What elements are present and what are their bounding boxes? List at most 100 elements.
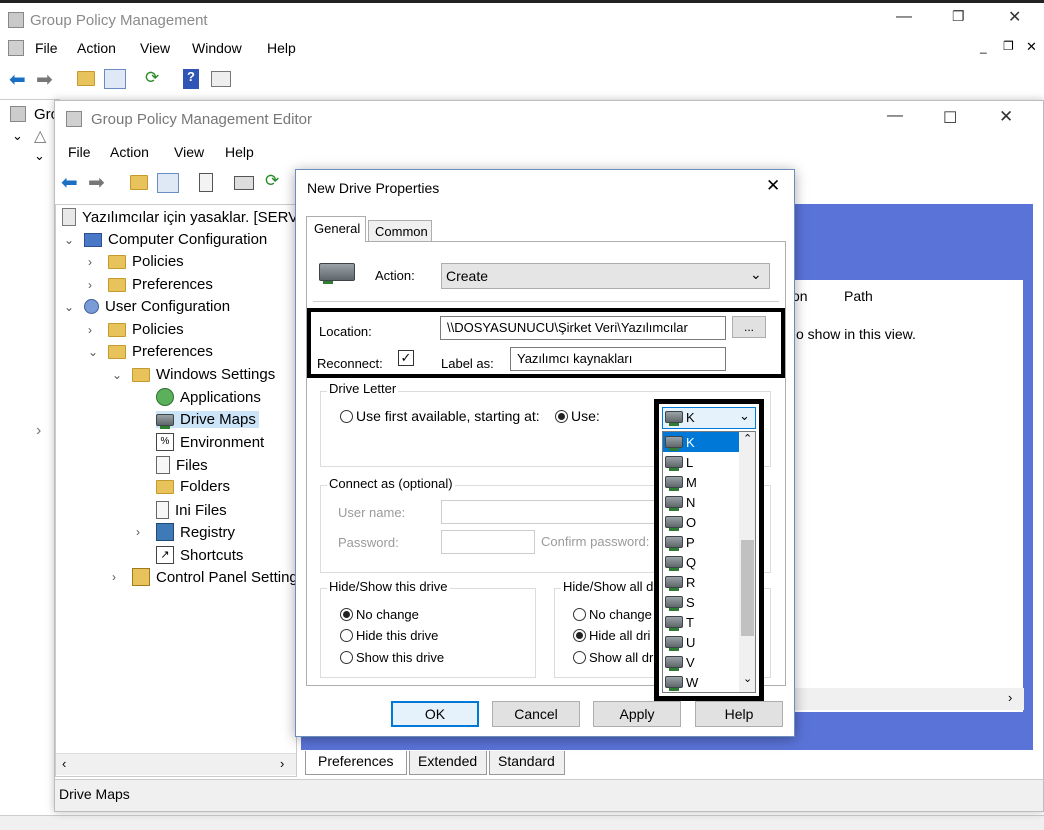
drive-letter-select[interactable]: K ⌄ <box>662 407 756 429</box>
list-hscrollbar[interactable]: › <box>792 688 1024 710</box>
use-radio[interactable]: Use: <box>555 408 600 424</box>
tab-extended[interactable]: Extended <box>409 751 487 775</box>
gpm-menu-action[interactable]: Action <box>77 40 116 56</box>
tree-registry[interactable]: › Registry <box>136 523 235 541</box>
chevron-down-icon[interactable]: ⌄ <box>64 233 78 247</box>
forward-arrow-icon[interactable]: ➡ <box>88 170 105 195</box>
tree-windows-settings[interactable]: ⌄ Windows Settings <box>112 366 275 383</box>
editor-menu-action[interactable]: Action <box>110 144 149 160</box>
print-icon[interactable] <box>234 176 254 190</box>
column-header-path[interactable]: Path <box>844 288 873 304</box>
chevron-down-icon[interactable]: ⌄ <box>112 368 126 382</box>
close-icon[interactable]: ✕ <box>999 107 1013 127</box>
drive-letter-item[interactable]: P <box>663 532 739 552</box>
hide-drive-radio[interactable]: Hide this drive <box>340 628 438 643</box>
mdi-close-icon[interactable]: ✕ <box>1026 39 1037 55</box>
editor-menu-help[interactable]: Help <box>225 144 254 160</box>
clipboard-icon[interactable] <box>199 173 213 192</box>
drive-letter-item[interactable]: O <box>663 512 739 532</box>
tree-drive-maps[interactable]: Drive Maps <box>156 411 259 429</box>
list-vscrollbar[interactable]: ⌃ ⌄ <box>739 432 755 692</box>
use-first-radio[interactable]: Use first available, starting at: <box>340 408 540 424</box>
chevron-down-icon[interactable]: ⌄ <box>88 345 102 359</box>
close-icon[interactable]: ✕ <box>766 176 780 196</box>
no-change-radio[interactable]: No change <box>340 607 419 622</box>
tree-root[interactable]: Yazılımcılar için yasaklar. [SERVE <box>62 208 296 226</box>
restore-icon[interactable]: ❐ <box>952 8 965 25</box>
refresh-icon[interactable]: ⟳ <box>145 68 159 88</box>
drive-letter-item[interactable]: W <box>663 672 739 692</box>
show-tree-icon[interactable] <box>157 173 179 193</box>
drive-letter-item[interactable]: U <box>663 632 739 652</box>
tree-uc-policies[interactable]: › Policies <box>88 321 184 338</box>
tree-control-panel[interactable]: › Control Panel Setting <box>112 568 296 586</box>
minimize-icon[interactable]: — <box>896 8 912 26</box>
editor-menu-file[interactable]: File <box>68 144 91 160</box>
browse-button[interactable]: ... <box>732 316 766 338</box>
drive-letter-item[interactable]: S <box>663 592 739 612</box>
location-input[interactable]: \\DOSYASUNUCU\Şirket Veri\Yazılımcılar <box>440 316 726 340</box>
help-button[interactable]: Help <box>695 701 783 727</box>
mdi-minimize-icon[interactable]: _ <box>980 40 987 54</box>
label-as-input[interactable]: Yazılımcı kaynakları <box>510 347 726 371</box>
gpm-menu-view[interactable]: View <box>140 40 170 56</box>
chevron-right-icon[interactable]: › <box>112 570 126 584</box>
drive-letter-item[interactable]: M <box>663 472 739 492</box>
scroll-down-icon[interactable]: ⌄ <box>743 672 752 685</box>
refresh-icon[interactable]: ⟳ <box>265 171 279 191</box>
tab-standard[interactable]: Standard <box>489 751 565 775</box>
tree-uc-preferences[interactable]: ⌄ Preferences <box>88 343 213 360</box>
tree-hscrollbar[interactable]: ‹ › <box>56 753 296 775</box>
maximize-icon[interactable]: ☐ <box>943 108 957 128</box>
tree-applications[interactable]: Applications <box>156 388 261 406</box>
drive-letter-item[interactable]: K <box>663 432 739 452</box>
scroll-right-icon[interactable]: › <box>1008 690 1012 705</box>
chevron-down-icon[interactable]: ⌄ <box>12 128 23 144</box>
tree-user-config[interactable]: ⌄ User Configuration <box>64 298 230 315</box>
reconnect-checkbox[interactable]: ✓ <box>398 350 414 366</box>
chevron-right-icon[interactable]: › <box>36 422 41 440</box>
chevron-right-icon[interactable]: › <box>136 525 150 539</box>
tree-folders[interactable]: Folders <box>156 478 230 495</box>
scroll-right-icon[interactable]: › <box>280 756 284 771</box>
tree-files[interactable]: Files <box>156 456 208 474</box>
show-tree-icon[interactable] <box>104 69 126 89</box>
tree-ini-files[interactable]: Ini Files <box>156 501 227 519</box>
mdi-restore-icon[interactable]: ❐ <box>1003 39 1014 53</box>
up-folder-icon[interactable] <box>77 71 95 86</box>
drive-letter-item[interactable]: Q <box>663 552 739 572</box>
tab-general[interactable]: General <box>306 216 366 242</box>
drive-letter-item[interactable]: L <box>663 452 739 472</box>
back-arrow-icon[interactable]: ⬅ <box>61 170 78 195</box>
ok-button[interactable]: OK <box>391 701 479 727</box>
tab-common[interactable]: Common <box>368 220 432 242</box>
scroll-thumb[interactable] <box>741 540 754 636</box>
tree-environment[interactable]: % Environment <box>156 433 264 451</box>
gpm-menu-help[interactable]: Help <box>267 40 296 56</box>
chevron-right-icon[interactable]: › <box>88 278 102 292</box>
chevron-right-icon[interactable]: › <box>88 255 102 269</box>
chevron-down-icon[interactable]: ⌄ <box>64 300 78 314</box>
hide-all-radio[interactable]: Hide all dri <box>573 628 650 643</box>
scroll-left-icon[interactable]: ‹ <box>62 756 66 771</box>
tab-preferences[interactable]: Preferences <box>305 751 407 775</box>
action-select[interactable]: Create ⌄ <box>441 263 770 289</box>
chevron-down-icon[interactable]: ⌄ <box>34 148 45 164</box>
drive-letter-item[interactable]: T <box>663 612 739 632</box>
apply-button[interactable]: Apply <box>593 701 681 727</box>
help-book-icon[interactable]: ? <box>183 69 199 89</box>
minimize-icon[interactable]: — <box>887 107 903 125</box>
gpm-menu-file[interactable]: File <box>35 40 58 56</box>
chevron-right-icon[interactable]: › <box>88 323 102 337</box>
drive-letter-item[interactable]: N <box>663 492 739 512</box>
show-all-radio[interactable]: Show all dr <box>573 650 653 665</box>
password-input[interactable] <box>441 530 535 554</box>
tree-computer-config[interactable]: ⌄ Computer Configuration <box>64 231 267 248</box>
no-change-all-radio[interactable]: No change <box>573 607 652 622</box>
show-drive-radio[interactable]: Show this drive <box>340 650 444 665</box>
properties-icon[interactable] <box>211 71 231 87</box>
tree-shortcuts[interactable]: ↗ Shortcuts <box>156 546 243 564</box>
back-arrow-icon[interactable]: ⬅ <box>9 67 26 92</box>
close-icon[interactable]: ✕ <box>1008 7 1021 27</box>
editor-menu-view[interactable]: View <box>174 144 204 160</box>
